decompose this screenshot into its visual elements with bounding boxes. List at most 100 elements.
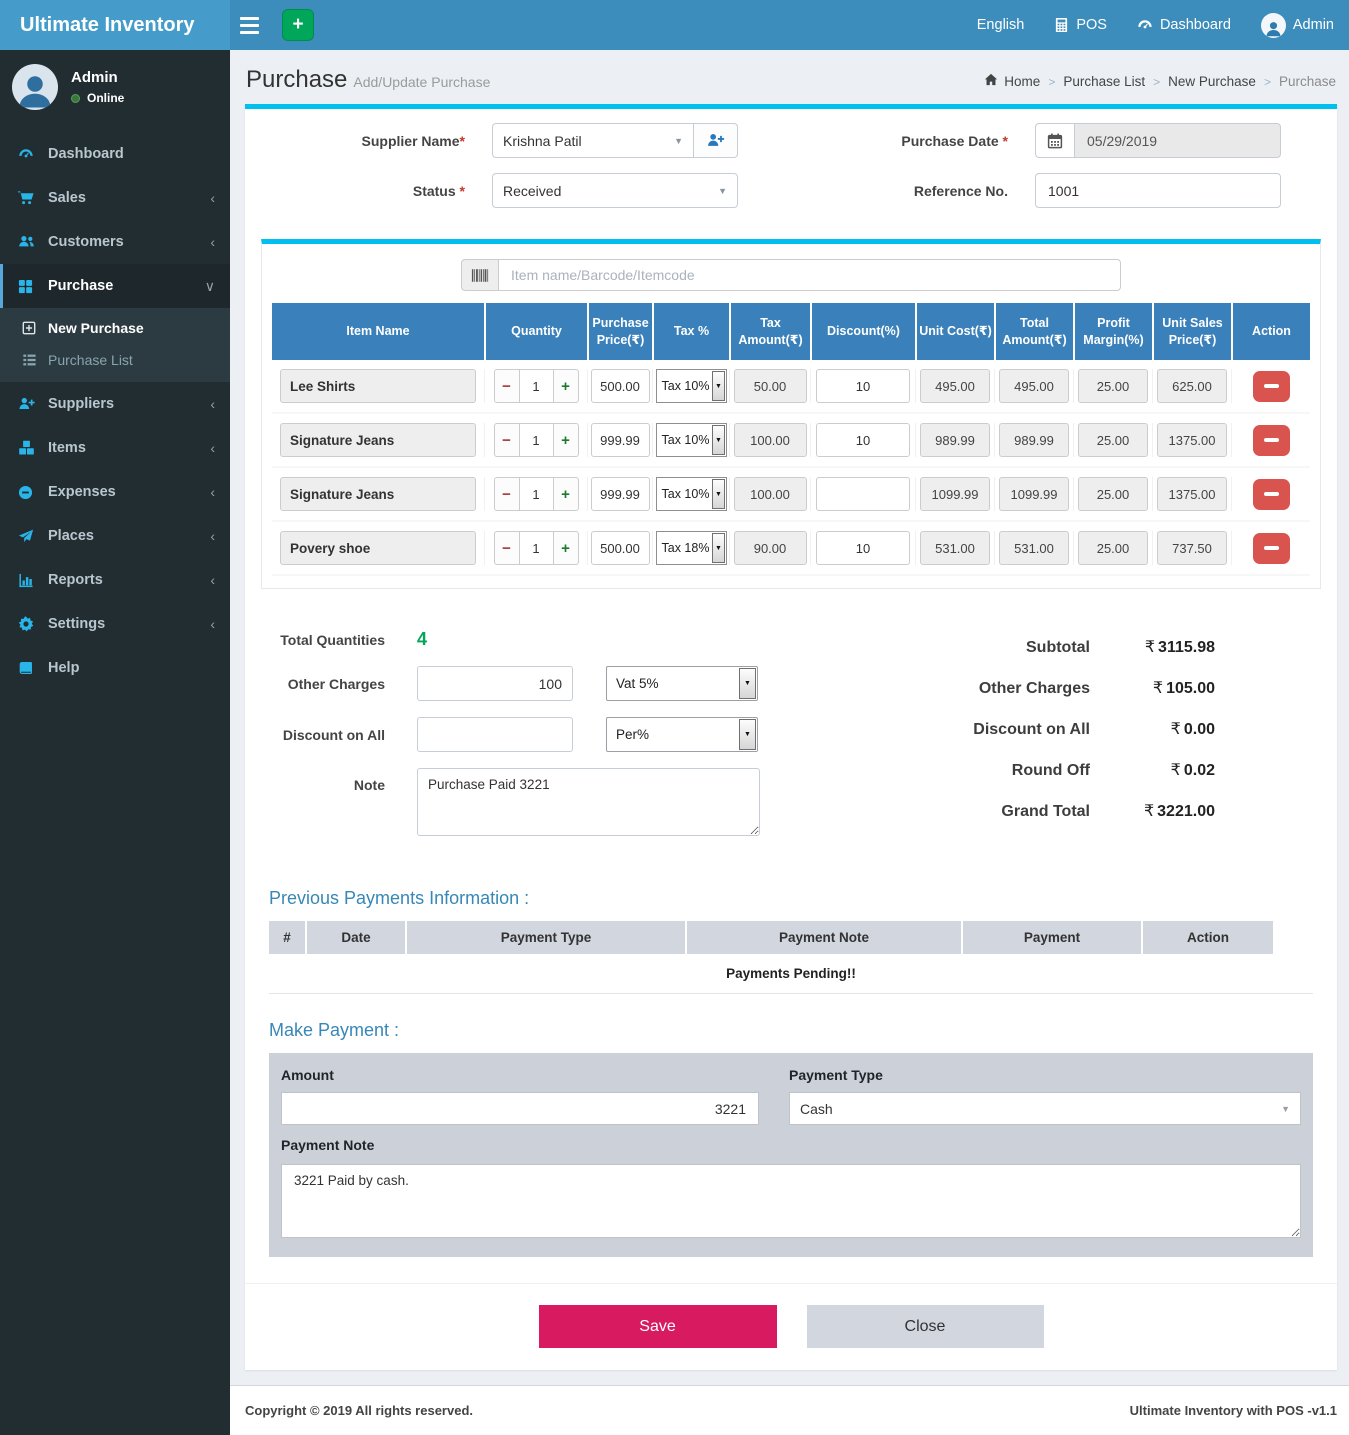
nav-dashboard[interactable]: Dashboard (1122, 0, 1246, 50)
payment-note-label: Payment Note (281, 1137, 1301, 1153)
sidebar-item-settings[interactable]: Settings ‹ (0, 602, 230, 646)
nav-user-menu[interactable]: Admin (1246, 0, 1349, 50)
purchase-price-input[interactable] (591, 477, 650, 511)
chevron-left-icon: ‹ (210, 234, 215, 250)
nav-pos[interactable]: POS (1039, 0, 1122, 50)
purchase-price-input[interactable] (591, 369, 650, 403)
qty-increase-button[interactable]: + (553, 369, 579, 403)
copyright-text: Copyright © 2019 All rights reserved. (245, 1403, 473, 1418)
close-button[interactable]: Close (807, 1305, 1044, 1348)
chevron-down-icon: ▼ (1281, 1104, 1290, 1114)
sidebar-item-items[interactable]: Items ‹ (0, 426, 230, 470)
top-navbar: Ultimate Inventory + English POS Dashboa… (0, 0, 1349, 50)
sidebar-item-new-purchase[interactable]: New Purchase (0, 312, 230, 344)
tax-select[interactable]: Tax 10%▼ (656, 477, 727, 511)
sidebar-item-expenses[interactable]: Expenses ‹ (0, 470, 230, 514)
discount-type-select[interactable]: Per%▼ (606, 717, 758, 752)
note-textarea[interactable]: Purchase Paid 3221 (417, 768, 760, 836)
sidebar-item-label: Customers (48, 234, 210, 250)
chevron-down-icon: ▼ (712, 479, 724, 509)
qty-input[interactable] (520, 477, 553, 511)
discount-on-all-input[interactable] (417, 717, 573, 752)
tax-select[interactable]: Tax 10%▼ (656, 369, 727, 403)
discount-input[interactable] (816, 531, 910, 565)
calendar-icon[interactable] (1035, 123, 1074, 158)
nav-user-label: Admin (1293, 17, 1334, 33)
save-button[interactable]: Save (539, 1305, 777, 1348)
supplier-select[interactable]: Krishna Patil▼ (492, 123, 694, 158)
tax-select[interactable]: Tax 10%▼ (656, 423, 727, 457)
breadcrumb-home[interactable]: Home (984, 73, 1040, 90)
total-amount-value: 495.00 (999, 369, 1069, 403)
amount-label: Amount (281, 1067, 759, 1083)
round-off-value: ₹0.02 (1090, 760, 1215, 780)
qty-decrease-button[interactable]: − (494, 369, 520, 403)
sidebar-item-reports[interactable]: Reports ‹ (0, 558, 230, 602)
qty-increase-button[interactable]: + (553, 531, 579, 565)
profit-margin-value: 25.00 (1078, 531, 1148, 565)
payment-type-select[interactable]: Cash▼ (789, 1092, 1301, 1125)
qty-decrease-button[interactable]: − (494, 423, 520, 457)
chevron-left-icon: ‹ (210, 190, 215, 206)
status-label: Status (413, 183, 460, 199)
nav-pos-label: POS (1076, 17, 1107, 33)
purchase-price-input[interactable] (591, 423, 650, 457)
subtotal-value: ₹3115.98 (1090, 637, 1215, 657)
total-amount-value: 989.99 (999, 423, 1069, 457)
qty-decrease-button[interactable]: − (494, 531, 520, 565)
chevron-down-icon: ▼ (712, 533, 724, 563)
chevron-down-icon: ∨ (205, 278, 215, 295)
qty-increase-button[interactable]: + (553, 477, 579, 511)
quick-add-button[interactable]: + (282, 9, 314, 41)
purchase-date-input[interactable] (1074, 123, 1281, 158)
other-charges-label: Other Charges (265, 676, 385, 692)
sidebar-item-sales[interactable]: Sales ‹ (0, 176, 230, 220)
summary-panel: Subtotal₹3115.98 Other Charges₹105.00 Di… (870, 629, 1215, 852)
payment-amount-input[interactable] (281, 1092, 759, 1125)
reference-input[interactable] (1035, 173, 1281, 208)
discount-input[interactable] (816, 369, 910, 403)
sidebar-item-label: Places (48, 528, 210, 544)
item-search-input[interactable] (498, 259, 1121, 291)
other-charges-input[interactable] (417, 666, 573, 701)
purchase-price-input[interactable] (591, 531, 650, 565)
sidebar-item-purchase[interactable]: Purchase ∨ (0, 264, 230, 308)
table-row: Signature Jeans −+ Tax 10%▼ 100.00 1099.… (272, 468, 1310, 522)
qty-increase-button[interactable]: + (553, 423, 579, 457)
discount-input[interactable] (816, 423, 910, 457)
remove-item-button[interactable] (1253, 425, 1290, 456)
breadcrumb-purchase-list[interactable]: Purchase List (1063, 74, 1145, 89)
breadcrumb-new-purchase[interactable]: New Purchase (1168, 74, 1256, 89)
item-name-value: Lee Shirts (280, 369, 476, 403)
make-payment-heading: Make Payment : (269, 1020, 1313, 1041)
sidebar-item-help[interactable]: Help (0, 646, 230, 690)
items-table-header: Item Name Quantity Purchase Price(₹) Tax… (272, 303, 1310, 360)
sidebar-item-customers[interactable]: Customers ‹ (0, 220, 230, 264)
qty-decrease-button[interactable]: − (494, 477, 520, 511)
sidebar-item-label: New Purchase (48, 320, 144, 336)
remove-item-button[interactable] (1253, 533, 1290, 564)
discount-input[interactable] (816, 477, 910, 511)
sidebar-item-dashboard[interactable]: Dashboard (0, 132, 230, 176)
remove-item-button[interactable] (1253, 479, 1290, 510)
version-text: Ultimate Inventory with POS -v1.1 (1130, 1403, 1337, 1418)
sidebar-item-purchase-list[interactable]: Purchase List (0, 344, 230, 376)
sidebar-item-places[interactable]: Places ‹ (0, 514, 230, 558)
qty-input[interactable] (520, 369, 553, 403)
qty-input[interactable] (520, 423, 553, 457)
discount-total-value: ₹0.00 (1090, 719, 1215, 739)
remove-item-button[interactable] (1253, 371, 1290, 402)
qty-input[interactable] (520, 531, 553, 565)
item-name-value: Signature Jeans (280, 477, 476, 511)
payment-note-textarea[interactable]: 3221 Paid by cash. (281, 1164, 1301, 1238)
nav-language[interactable]: English (962, 0, 1040, 50)
sidebar-item-suppliers[interactable]: Suppliers ‹ (0, 382, 230, 426)
unit-cost-value: 531.00 (920, 531, 990, 565)
menu-toggle-button[interactable] (240, 0, 270, 50)
status-select[interactable]: Received▼ (492, 173, 738, 208)
tax-select[interactable]: Tax 18%▼ (656, 531, 727, 565)
add-supplier-button[interactable] (694, 123, 738, 158)
discount-total-label: Discount on All (870, 721, 1090, 739)
previous-payments-heading: Previous Payments Information : (269, 888, 1313, 909)
other-charges-type-select[interactable]: Vat 5%▼ (606, 666, 758, 701)
